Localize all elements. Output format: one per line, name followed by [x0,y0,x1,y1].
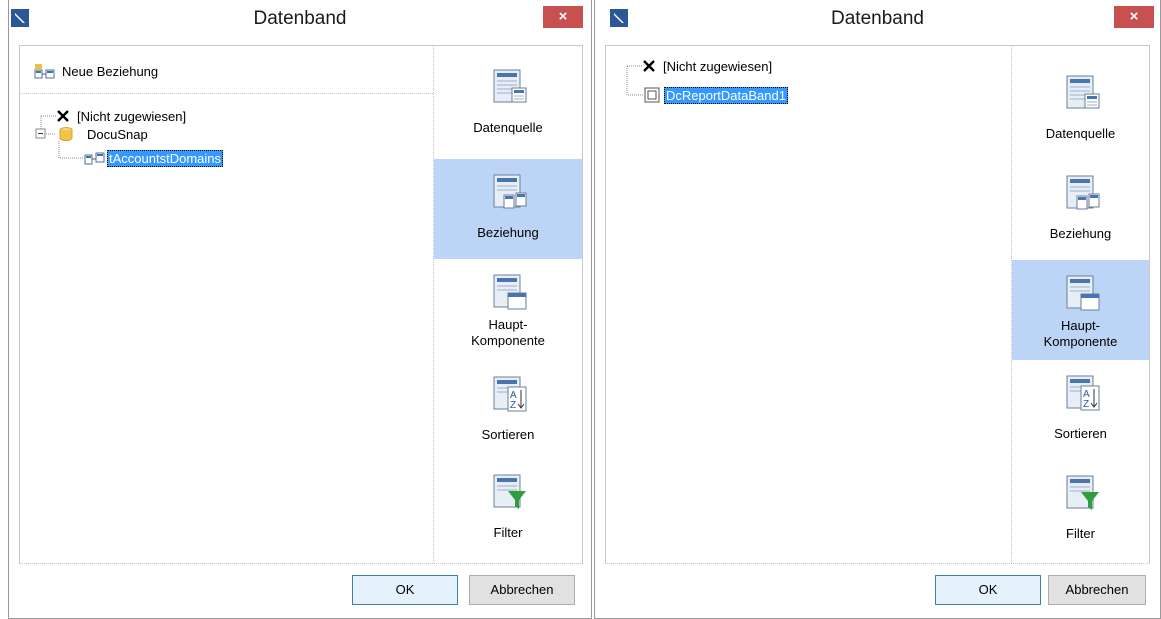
tree-pane: Neue Beziehung [Nicht zugewiesen] DocuSn… [20,46,434,563]
table-relation-icon [84,152,105,165]
tree-node-label-selected: tAccountstDomains [107,149,223,167]
tree-node-label-selected: DcReportDataBand1 [664,86,788,104]
filter-icon [1066,475,1099,510]
side-button-label: Sortieren [481,427,535,442]
ok-button[interactable]: OK [935,575,1041,605]
side-button-filter[interactable]: Filter [434,459,582,559]
tree-node-label: [Nicht zugewiesen] [77,108,187,124]
datasource-icon [1066,75,1099,109]
tree-node-table[interactable]: tAccountstDomains [84,149,223,167]
footer-separator [19,563,583,564]
label-line: Komponente [1043,334,1118,349]
side-button-relation[interactable]: Beziehung [434,159,582,259]
database-icon [59,127,73,141]
tree-pane: [Nicht zugewiesen] DcReportDataBand1 [606,46,1012,563]
window-title: Datenband [253,8,347,29]
relation-icon [1066,175,1099,210]
ok-button[interactable]: OK [352,575,458,605]
label-line: Haupt- [488,317,528,332]
close-button[interactable]: × [1114,6,1154,28]
side-button-relation[interactable]: Beziehung [1012,160,1149,260]
footer-separator [605,563,1150,564]
delete-x-icon [643,60,655,72]
cancel-button[interactable]: Abbrechen [1048,575,1146,605]
side-button-master[interactable]: Haupt- Komponente [1012,260,1149,360]
svg-text:Z: Z [1083,399,1089,410]
dialog-body: [Nicht zugewiesen] DcReportDataBand1 Dat… [605,45,1150,563]
master-component-icon [1066,275,1099,311]
side-button-label: Sortieren [1054,426,1107,441]
title-bar[interactable]: Datenband × [595,0,1160,34]
side-button-datasource[interactable]: Datenquelle [434,54,582,154]
side-button-filter[interactable]: Filter [1012,460,1149,560]
master-component-icon [493,274,527,310]
tree-node-label: DocuSnap [87,126,148,142]
label-line: Haupt- [1060,318,1100,333]
tree-node-not-assigned[interactable]: [Nicht zugewiesen] [642,57,773,75]
relation-icon [493,174,527,209]
side-button-label: Haupt- Komponente [1044,318,1118,350]
dialog-body: Neue Beziehung [Nicht zugewiesen] DocuSn… [19,45,583,563]
delete-x-icon [57,110,69,122]
side-button-master[interactable]: Haupt- Komponente [434,259,582,359]
side-button-label: Datenquelle [1045,126,1116,141]
filter-icon [493,474,526,509]
side-button-label: Beziehung [477,225,539,240]
close-button[interactable]: × [543,6,583,28]
side-button-label: Haupt- Komponente [471,317,545,349]
window-title: Datenband [831,8,924,29]
datenband-dialog-right: Datenband × [Nicht zugewiesen] DcReportD… [594,0,1161,619]
side-button-label: Datenquelle [473,120,543,135]
side-button-label: Beziehung [1049,226,1112,241]
title-bar[interactable]: Datenband × [9,0,591,34]
side-button-datasource[interactable]: Datenquelle [1012,60,1149,160]
sort-az-icon: A Z [493,376,527,412]
tree-node-label: [Nicht zugewiesen] [663,58,773,74]
tree-node-not-assigned[interactable]: [Nicht zugewiesen] [56,107,187,125]
tree-node-band[interactable]: DcReportDataBand1 [644,86,788,104]
label-line: Komponente [471,333,545,348]
svg-text:Z: Z [510,400,516,411]
band-icon [644,87,660,103]
side-button-sort[interactable]: A Z Sortieren [434,361,582,461]
datenband-dialog-left: Datenband × Neue Beziehung [Nicht zugewi… [8,0,592,619]
cancel-button[interactable]: Abbrechen [469,575,575,605]
side-button-label: Filter [1066,526,1095,541]
side-button-label: Filter [493,525,523,540]
tree-node-docusnap[interactable]: DocuSnap [58,125,149,143]
datasource-icon [493,69,527,103]
side-button-sort[interactable]: A Z Sortieren [1012,360,1149,460]
side-nav: Datenquelle Beziehung Haupt- Komponente … [434,46,582,563]
sort-az-icon: A Z [1066,375,1099,411]
side-nav: Datenquelle Beziehung Haupt- Komponente … [1012,46,1149,563]
